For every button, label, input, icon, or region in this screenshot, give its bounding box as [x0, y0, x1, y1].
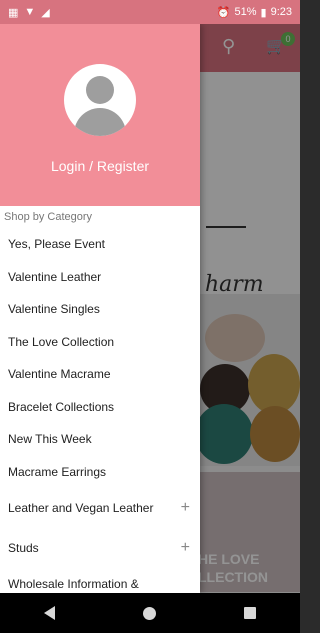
menu-item-bracelet-collections[interactable]: Bracelet Collections — [0, 391, 200, 424]
back-icon[interactable] — [44, 606, 55, 620]
avatar-body-icon — [74, 108, 126, 136]
avatar[interactable] — [64, 64, 136, 136]
wifi-icon: ▼ — [24, 6, 36, 18]
battery-percent: 51% — [234, 6, 257, 18]
menu-item-valentine-singles[interactable]: Valentine Singles — [0, 293, 200, 326]
menu-item-the-love-collection[interactable]: The Love Collection — [0, 326, 200, 359]
signal-icon: ◢ — [41, 6, 50, 19]
status-left: ▦ ▼ ◢ — [8, 6, 50, 19]
drawer-header: Login / Register — [0, 24, 200, 206]
clock: 9:23 — [270, 6, 292, 18]
navigation-drawer: Login / Register Shop by Category Yes, P… — [0, 24, 200, 593]
menu-item-studs[interactable]: Studs + — [0, 528, 200, 568]
home-icon[interactable] — [143, 606, 156, 620]
status-bar: ▦ ▼ ◢ ⏰ 51% ▮ 9:23 — [0, 0, 300, 24]
recents-icon[interactable] — [244, 607, 256, 619]
menu-item-valentine-leather[interactable]: Valentine Leather — [0, 261, 200, 294]
expand-plus-icon[interactable]: + — [181, 539, 190, 557]
notification-icon: ▦ — [8, 6, 19, 19]
menu-item-yes-please-event[interactable]: Yes, Please Event — [0, 228, 200, 261]
menu-item-wholesale-information[interactable]: Wholesale Information & — [0, 568, 200, 593]
menu-item-valentine-macrame[interactable]: Valentine Macrame — [0, 358, 200, 391]
battery-icon: ▮ — [260, 6, 267, 19]
alarm-icon: ⏰ — [216, 6, 231, 19]
login-register-link[interactable]: Login / Register — [0, 158, 200, 174]
expand-plus-icon[interactable]: + — [181, 499, 190, 517]
menu-item-leather-and-vegan-leather[interactable]: Leather and Vegan Leather + — [0, 488, 200, 528]
system-navigation-bar — [0, 593, 300, 633]
menu-item-macrame-earrings[interactable]: Macrame Earrings — [0, 456, 200, 489]
section-label: Shop by Category — [4, 211, 93, 223]
avatar-head-icon — [86, 76, 114, 104]
status-right: ⏰ 51% ▮ 9:23 — [217, 6, 292, 19]
menu-item-new-this-week[interactable]: New This Week — [0, 423, 200, 456]
